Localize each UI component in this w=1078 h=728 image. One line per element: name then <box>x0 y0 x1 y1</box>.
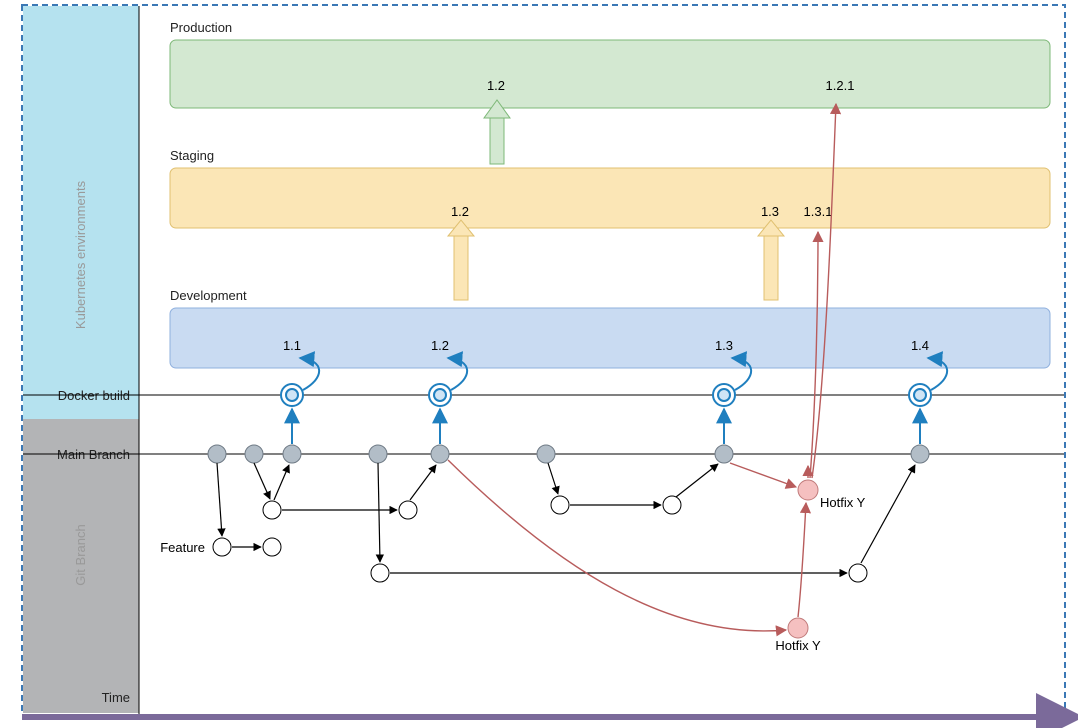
production-title: Production <box>170 20 232 35</box>
time-label: Time <box>102 690 130 705</box>
staging-band <box>170 168 1050 228</box>
production-band <box>170 40 1050 108</box>
development-title: Development <box>170 288 247 303</box>
dev-ver-1: 1.2 <box>431 338 449 353</box>
dev-ver-2: 1.3 <box>715 338 733 353</box>
stage-ver-1: 1.3 <box>761 204 779 219</box>
arrow-staging-to-prod <box>484 100 510 164</box>
stage-ver-2: 1.3.1 <box>804 204 833 219</box>
prod-ver-1: 1.2.1 <box>826 78 855 93</box>
git-branch-label: Git Branch <box>73 524 88 585</box>
dev-ver-3: 1.4 <box>911 338 929 353</box>
pipeline-diagram: Kubernetes environments Docker build Mai… <box>0 0 1078 728</box>
feature-label: Feature <box>160 540 205 555</box>
arrow-dev-to-staging-2 <box>758 220 784 300</box>
staging-title: Staging <box>170 148 214 163</box>
hotfix-label-1: Hotfix Y <box>775 638 821 653</box>
hotfix-label-2: Hotfix Y <box>820 495 866 510</box>
arrow-dev-to-staging-1 <box>448 220 474 300</box>
kubernetes-label: Kubernetes environments <box>73 180 88 329</box>
stage-ver-0: 1.2 <box>451 204 469 219</box>
dev-ver-0: 1.1 <box>283 338 301 353</box>
branch-arrows <box>217 463 915 573</box>
feature-commits <box>213 496 867 582</box>
prod-ver-0: 1.2 <box>487 78 505 93</box>
main-to-docker-arrows <box>292 409 920 444</box>
